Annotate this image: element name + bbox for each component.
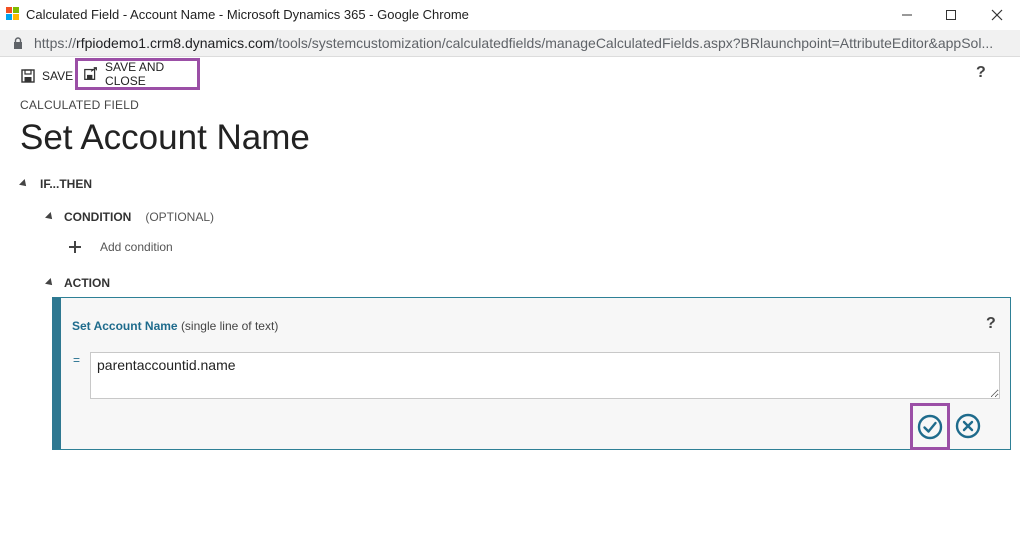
collapse-triangle-icon[interactable] [45,212,55,222]
section-label: CALCULATED FIELD [20,98,140,112]
operator-label: = [73,353,81,367]
confirm-button[interactable] [910,403,950,450]
plus-icon [69,241,81,253]
save-and-close-button[interactable]: SAVE AND CLOSE [75,58,200,90]
action-heading: Set Account Name (single line of text) [72,319,278,333]
cancel-button[interactable] [955,413,981,439]
url-prefix: https:// [34,35,77,51]
collapse-triangle-icon[interactable] [19,179,29,189]
add-condition-label: Add condition [100,240,173,254]
ifthen-header[interactable]: IF...THEN [19,177,93,191]
collapse-triangle-icon[interactable] [45,278,55,288]
window-title: Calculated Field - Account Name - Micros… [26,7,469,22]
cancel-circle-icon [955,413,981,439]
condition-optional-label: (OPTIONAL) [145,210,215,224]
save-and-close-label: SAVE AND CLOSE [105,60,165,88]
save-disk-icon [21,69,35,83]
action-field-name: Set Account Name [72,319,178,333]
save-button[interactable]: SAVE [20,65,73,87]
microsoft-logo-icon [6,7,20,21]
add-condition-button[interactable]: Add condition [68,240,173,254]
url-path: /tools/systemcustomization/calculatedfie… [274,35,994,51]
minimize-button[interactable] [884,0,930,30]
maximize-icon [946,10,956,20]
expression-input[interactable]: parentaccountid.name [90,352,1000,399]
lock-icon [14,37,22,49]
condition-label: CONDITION [64,210,132,224]
url-text[interactable]: https://rfpiodemo1.crm8.dynamics.com/too… [34,35,1014,51]
maximize-button[interactable] [928,0,974,30]
help-icon[interactable]: ? [976,64,986,82]
close-icon [991,9,1003,21]
close-window-button[interactable] [974,0,1020,30]
page-title: Set Account Name [20,118,310,157]
minimize-icon [902,14,912,16]
save-and-close-icon [84,67,97,80]
action-header[interactable]: ACTION [45,276,110,290]
action-field-type: (single line of text) [180,319,279,333]
url-domain: rfpiodemo1.crm8.dynamics.com [76,35,275,51]
condition-header[interactable]: CONDITION (OPTIONAL) [45,210,215,224]
checkmark-circle-icon [917,414,943,439]
help-icon[interactable]: ? [986,315,996,333]
save-label: SAVE [42,69,74,83]
ifthen-label: IF...THEN [40,177,93,191]
action-label: ACTION [64,276,110,290]
